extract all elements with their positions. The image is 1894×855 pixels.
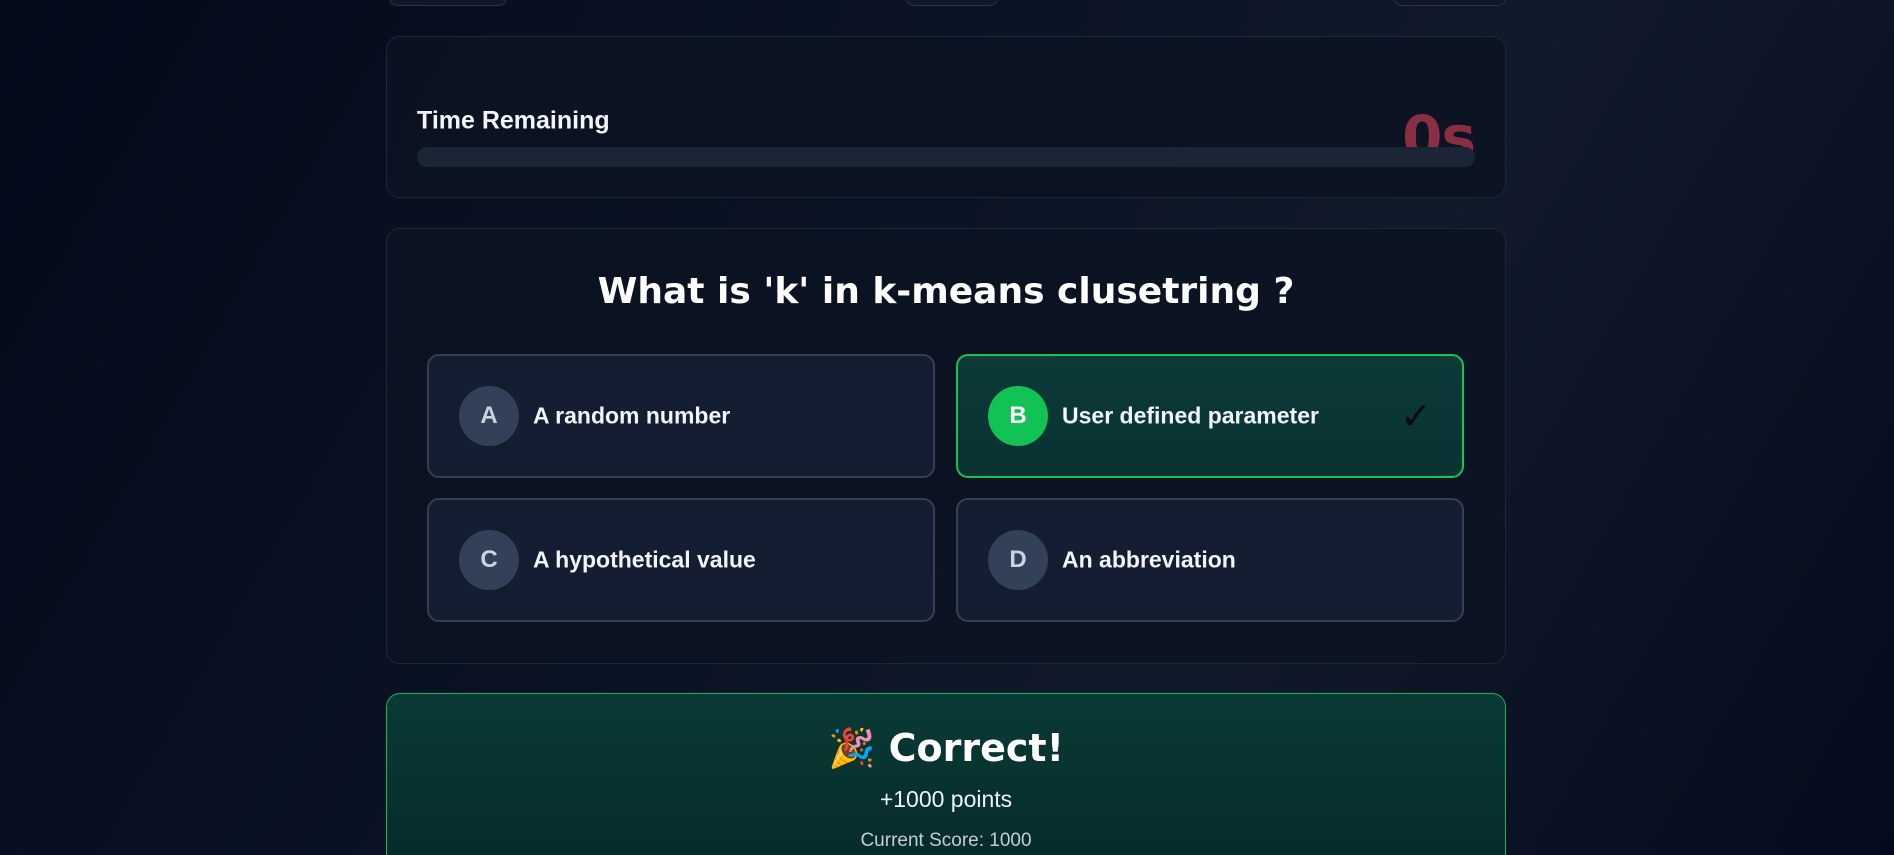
current-score: Current Score: 1000	[860, 830, 1032, 851]
option-a[interactable]: A A random number	[427, 354, 935, 478]
result-card: 🎉 Correct! +1000 points Current Score: 1…	[386, 693, 1506, 855]
top-nav-chip-center[interactable]	[906, 0, 998, 6]
timer-card: Time Remaining 0s	[386, 36, 1506, 198]
option-b-text: User defined parameter	[1062, 402, 1319, 429]
option-a-text: A random number	[533, 402, 731, 429]
top-nav-chip-left[interactable]	[389, 0, 507, 6]
question-card: What is 'k' in k-means clusetring ? A A …	[386, 228, 1506, 664]
question-text: What is 'k' in k-means clusetring ?	[597, 271, 1295, 312]
option-c-text: A hypothetical value	[533, 546, 756, 573]
option-c[interactable]: C A hypothetical value	[427, 498, 935, 622]
option-c-letter: C	[459, 530, 519, 590]
option-b[interactable]: B User defined parameter ✓	[956, 354, 1464, 478]
result-title: 🎉 Correct!	[828, 726, 1064, 770]
timer-label: Time Remaining	[417, 106, 610, 135]
timer-progress-bar	[417, 147, 1475, 167]
option-d-letter: D	[988, 530, 1048, 590]
result-points: +1000 points	[879, 786, 1013, 812]
top-nav-chip-right[interactable]	[1394, 0, 1506, 6]
option-a-letter: A	[459, 386, 519, 446]
checkmark-icon: ✓	[1400, 394, 1432, 438]
option-d-text: An abbreviation	[1062, 546, 1236, 573]
option-d[interactable]: D An abbreviation	[956, 498, 1464, 622]
option-b-letter: B	[988, 386, 1048, 446]
